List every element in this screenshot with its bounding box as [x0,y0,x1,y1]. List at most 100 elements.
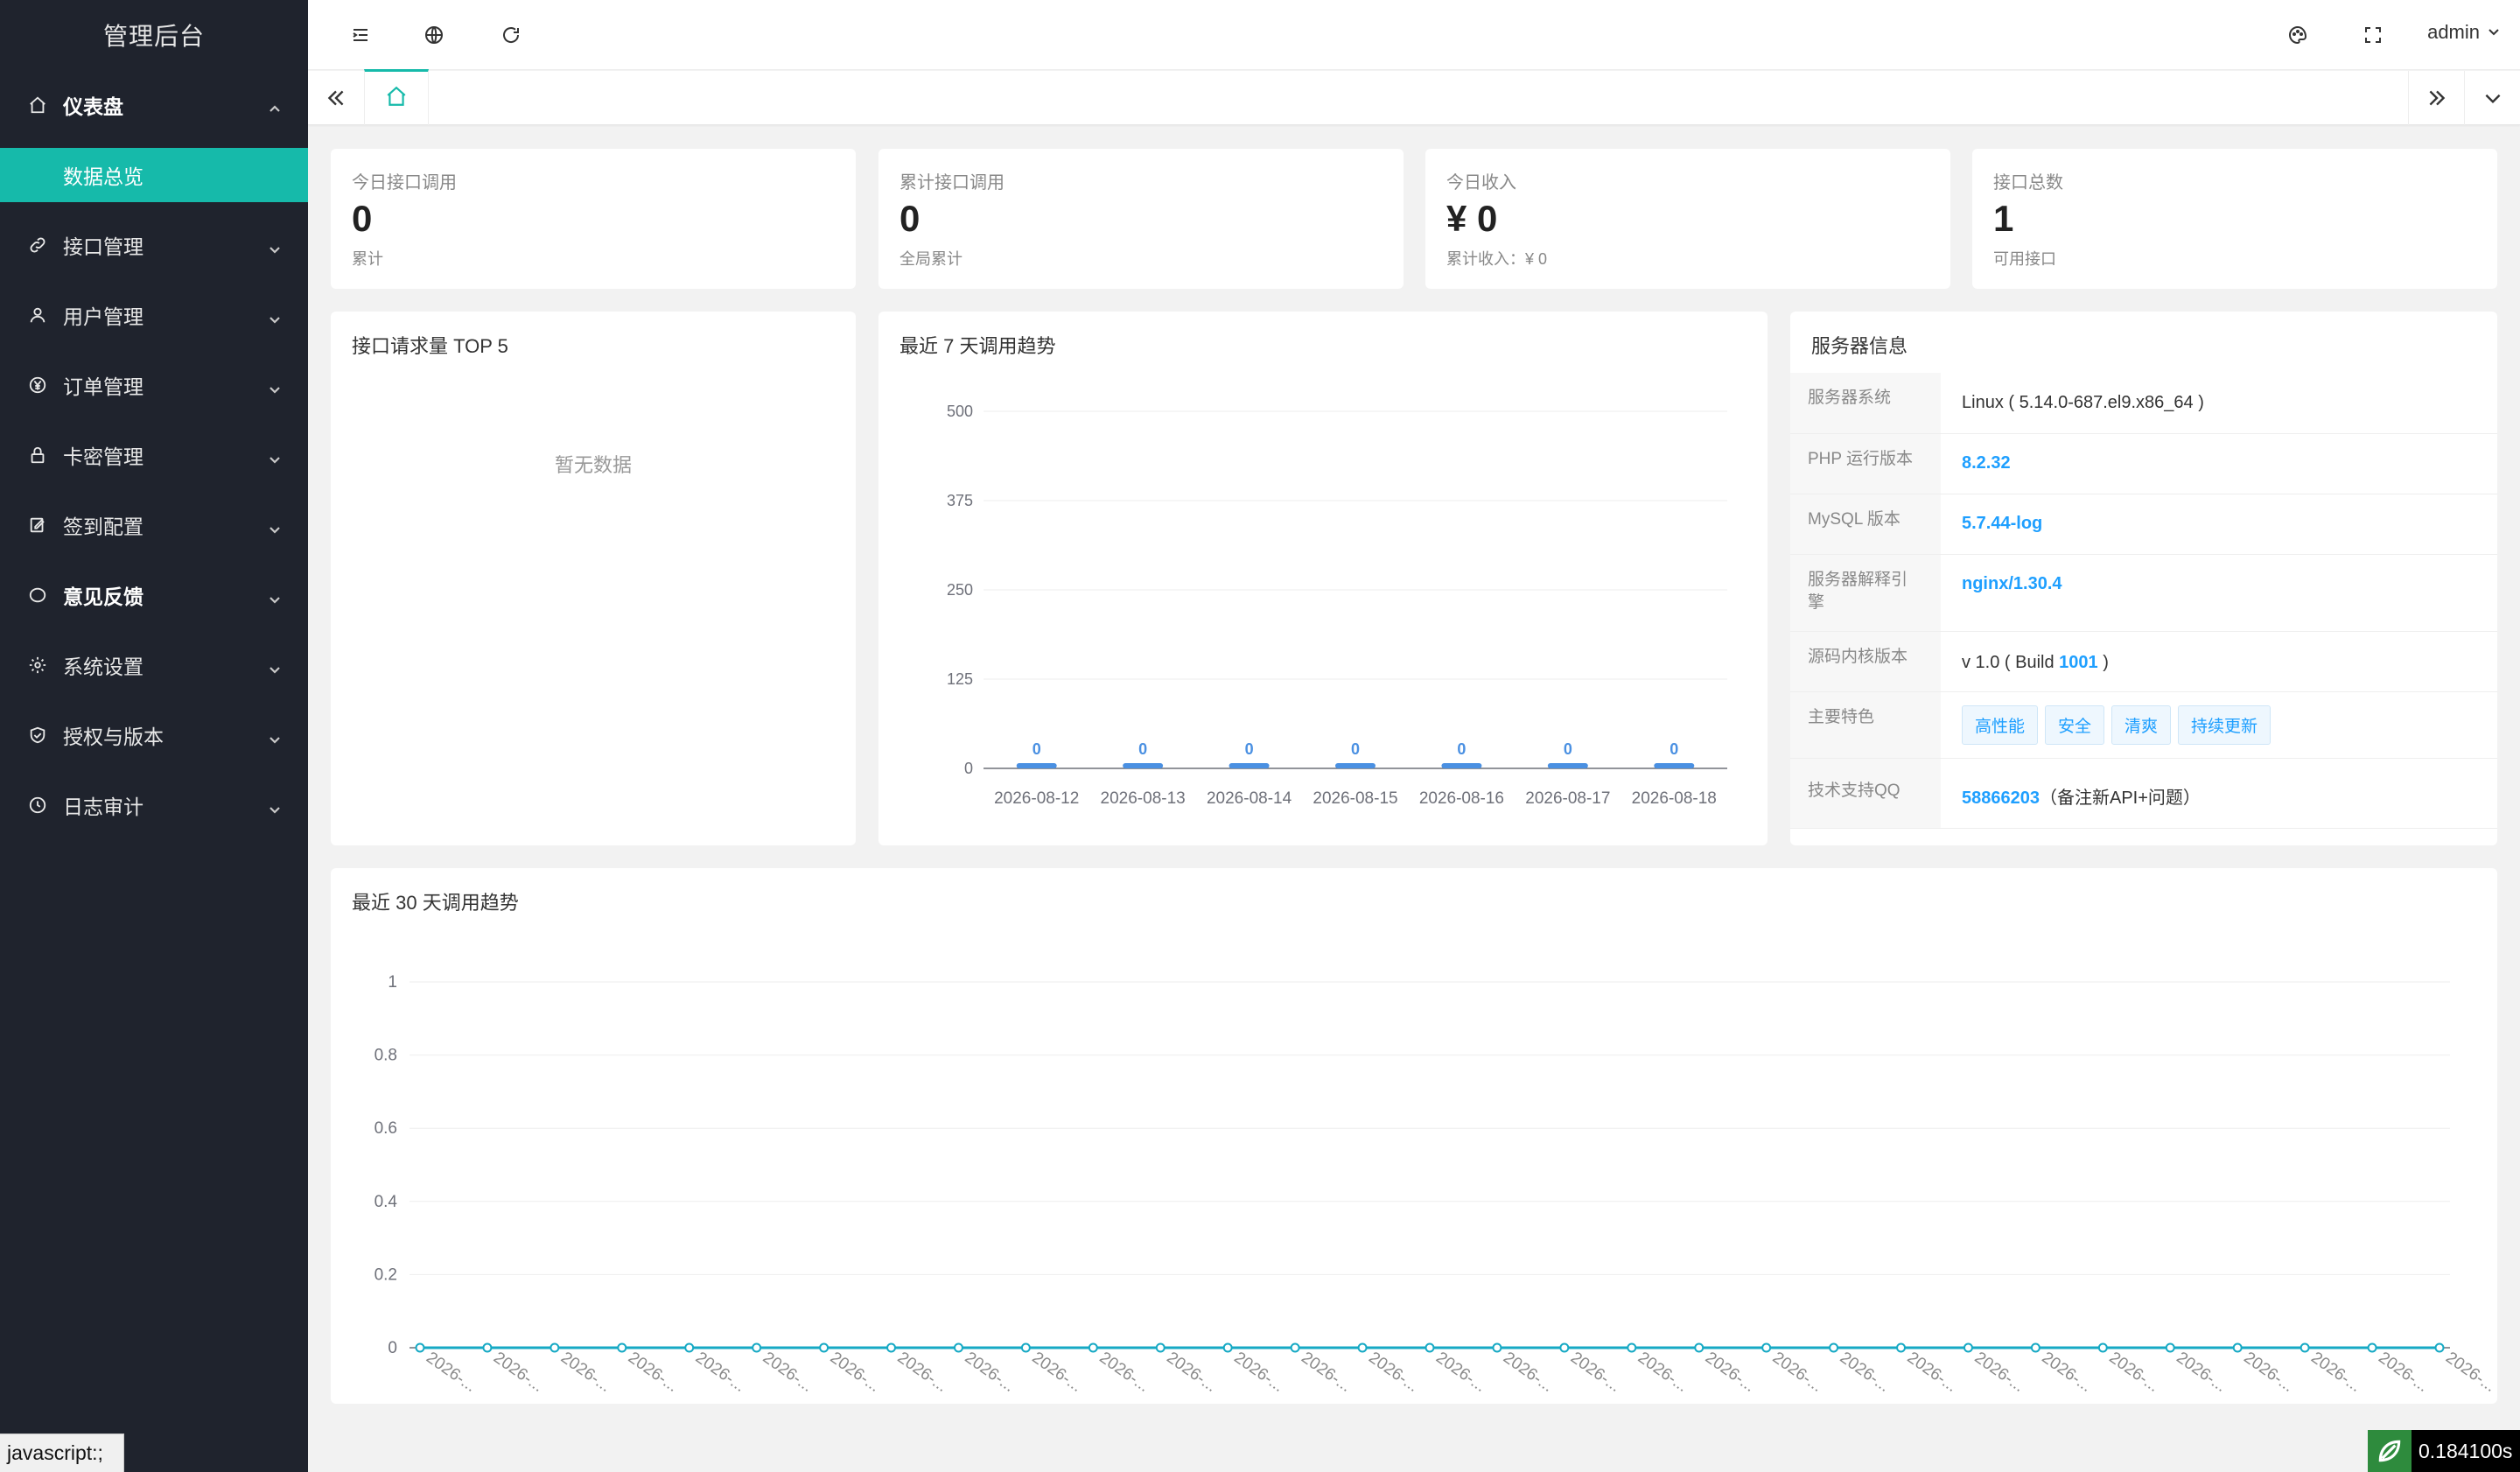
bar [1016,763,1057,768]
data-point [1020,1342,1031,1353]
top5-card: 接口请求量 TOP 5 暂无数据 [331,312,856,845]
x-tick-label: 2026-... [1029,1349,1086,1396]
kernel-suffix: ) [2097,653,2109,672]
tab-scroll-right-icon[interactable] [2408,71,2464,125]
bar [1441,763,1482,768]
stat-sub: 可用接口 [1993,250,2056,268]
sidebar-item-logs[interactable]: 日志审计 [0,770,308,840]
server-row-value: v 1.0 ( Build 1001 ) [1962,653,2109,673]
user-menu[interactable]: admin [2427,21,2501,44]
x-tick-label: 2026-... [1500,1349,1557,1396]
menu-fold-icon[interactable] [348,23,373,47]
y-tick-label: 1 [388,973,397,992]
x-tick-label: 2026-... [1230,1349,1287,1396]
y-tick-label: 0 [388,1339,397,1357]
sidebar-item-checkin[interactable]: 签到配置 [0,490,308,560]
user-icon [28,305,47,325]
stat-card-today-calls: 今日接口调用 0 累计 [331,149,856,289]
chevron-down-icon [268,728,282,744]
status-url: javascript:; [0,1433,124,1472]
empty-state: 暂无数据 [554,454,632,476]
sidebar-item-api[interactable]: 接口管理 [0,210,308,280]
debug-timer[interactable]: 0.184100s [2368,1430,2520,1472]
chevron-down-icon [268,658,282,674]
trend30-chart: 00.20.40.60.812026-... 2026-... 2026-... 20… [374,973,2497,1396]
x-tick-label: 2026-... [625,1349,682,1396]
server-row-value: 58866203（备注新API+问题） [1962,783,2201,809]
data-label: 0 [1564,740,1572,758]
data-point [617,1342,627,1353]
server-row-label: PHP 运行版本 [1790,434,1941,494]
sidebar: 管理后台 仪表盘 数据总览 接口管理 用户管理 订单管理 卡密管理 签到配置 意… [0,0,308,1472]
data-point [1896,1342,1907,1353]
kernel-prefix: v 1.0 ( Build [1962,653,2060,672]
sidebar-item-dashboard[interactable]: 仪表盘 [0,70,308,140]
palette-icon[interactable] [2286,23,2310,47]
data-point [1492,1342,1502,1353]
data-point [550,1342,560,1353]
leaf-logo-icon [2368,1430,2412,1472]
stat-sub: 累计收入：¥ 0 [1446,250,1548,268]
y-tick-label: 125 [947,670,973,688]
sidebar-item-users[interactable]: 用户管理 [0,280,308,350]
chevron-down-icon [268,448,282,464]
x-tick-label: 2026-... [1432,1349,1489,1396]
sidebar-item-feedback[interactable]: 意见反馈 [0,560,308,630]
data-point [886,1342,897,1353]
username: admin [2427,21,2480,43]
x-tick-label: 2026-08-13 [1101,789,1186,808]
x-tick-label: 2026-... [2039,1349,2096,1396]
x-tick-label: 2026-... [2307,1349,2364,1396]
x-tick-label: 2026-... [1904,1349,1961,1396]
globe-icon[interactable] [422,23,446,47]
server-row-value: nginx/1.30.4 [1962,574,2062,593]
chevron-down-icon [268,238,282,254]
y-tick-label: 0.8 [374,1047,397,1065]
stat-card-total-calls: 累计接口调用 0 全局累计 [878,149,1404,289]
x-tick-label: 2026-... [1837,1349,1894,1396]
x-tick-label: 2026-... [1634,1349,1691,1396]
data-point [1829,1342,1839,1353]
sidebar-item-label: 接口管理 [63,235,144,258]
sidebar-item-cards[interactable]: 卡密管理 [0,420,308,490]
sidebar-item-label: 意见反馈 [63,585,144,608]
sidebar-item-label: 卡密管理 [63,445,144,468]
feature-tags: 高性能 安全 清爽 持续更新 [1962,705,2278,745]
data-label: 0 [1032,740,1041,758]
x-tick-label: 2026-... [692,1349,749,1396]
lock-icon [28,445,47,465]
data-point [1222,1342,1233,1353]
sidebar-subitem-overview[interactable]: 数据总览 [0,148,308,202]
server-row-features: 主要特色 高性能 安全 清爽 持续更新 [1790,692,2497,759]
sidebar-item-license[interactable]: 授权与版本 [0,700,308,770]
tab-dropdown-icon[interactable] [2464,71,2520,125]
server-row-label: 源码内核版本 [1790,632,1941,691]
data-point [1627,1342,1637,1353]
x-tick-label: 2026-... [1163,1349,1220,1396]
server-row-value: 5.7.44-log [1962,514,2043,533]
refresh-icon[interactable] [499,23,523,47]
data-point [684,1342,695,1353]
build-number: 1001 [2059,653,2098,672]
data-point [1088,1342,1098,1353]
x-tick-label: 2026-... [423,1349,480,1396]
tab-home[interactable] [364,69,429,125]
qq-link[interactable]: 58866203 [1962,789,2040,808]
server-row-label: 技术支持QQ [1790,759,1941,828]
tab-scroll-left-icon[interactable] [308,71,364,125]
sidebar-item-orders[interactable]: 订单管理 [0,350,308,420]
stat-sub: 累计 [352,250,383,268]
home-icon [385,85,408,112]
x-tick-label: 2026-... [1365,1349,1422,1396]
link-icon [28,235,47,255]
fullscreen-icon[interactable] [2361,23,2385,47]
data-point [2232,1342,2243,1353]
x-tick-label: 2026-08-16 [1419,789,1504,808]
x-tick-label: 2026-... [2240,1349,2297,1396]
server-row-label: MySQL 版本 [1790,494,1941,554]
card-title: 服务器信息 [1811,335,1908,357]
stat-card-api-count: 接口总数 1 可用接口 [1972,149,2497,289]
sidebar-item-settings[interactable]: 系统设置 [0,630,308,700]
tab-bar [308,69,2520,125]
stat-title: 今日接口调用 [352,173,457,193]
